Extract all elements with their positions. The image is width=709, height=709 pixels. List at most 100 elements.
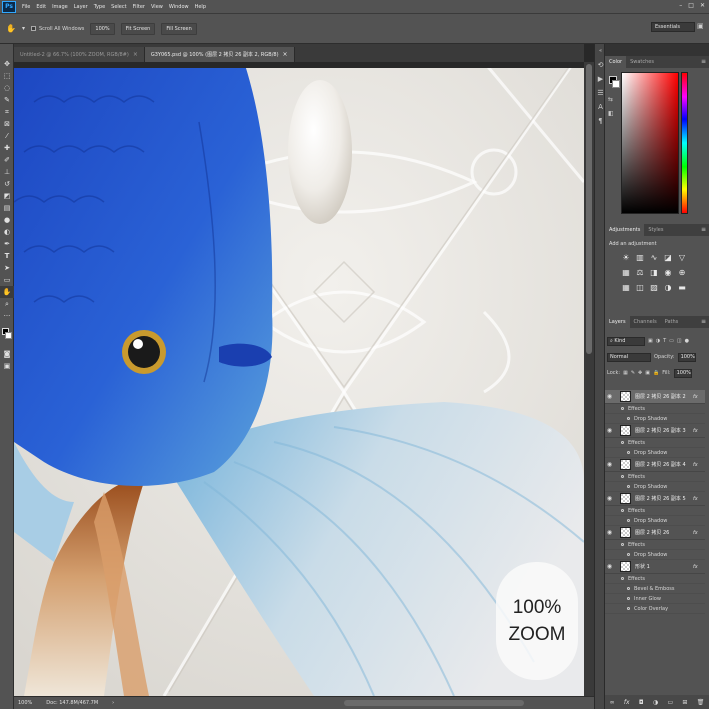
new-adjustment-icon[interactable]: ◑: [653, 699, 658, 706]
eraser-tool-icon[interactable]: ◩: [0, 190, 14, 202]
link-layers-icon[interactable]: ∞: [610, 699, 615, 706]
more-tools-icon[interactable]: ···: [0, 310, 14, 322]
levels-icon[interactable]: ▥: [635, 252, 645, 262]
effects-row[interactable]: Effects: [605, 540, 705, 550]
effect-row[interactable]: Bevel & Emboss: [605, 584, 705, 594]
horizontal-scroll-thumb[interactable]: [344, 700, 524, 706]
menu-image[interactable]: Image: [49, 4, 71, 10]
new-layer-icon[interactable]: ⊞: [682, 699, 687, 706]
tab-untitled-2[interactable]: Untitled-2 @ 66.7% (100% ZOOM, RGB/8#) ×: [14, 47, 145, 62]
menu-file[interactable]: File: [19, 4, 33, 10]
effects-row[interactable]: Effects: [605, 404, 705, 414]
effect-eye-icon[interactable]: [627, 519, 630, 522]
eyedropper-tool-icon[interactable]: ⁄: [0, 130, 14, 142]
effect-eye-icon[interactable]: [627, 587, 630, 590]
zoom-100-button[interactable]: 100%: [90, 22, 115, 35]
fx-badge[interactable]: fx: [693, 394, 705, 400]
effect-eye-icon[interactable]: [621, 407, 624, 410]
menu-type[interactable]: Type: [91, 4, 108, 10]
default-colors-icon[interactable]: ◧: [608, 110, 614, 117]
maximize-button[interactable]: □: [688, 2, 694, 9]
checkbox-box[interactable]: [30, 26, 36, 31]
hue-slider[interactable]: [681, 72, 688, 214]
delete-layer-icon[interactable]: 🗑: [697, 699, 705, 706]
clone-stamp-tool-icon[interactable]: ⊥: [0, 166, 14, 178]
tab-adjustments[interactable]: Adjustments: [605, 224, 645, 236]
visibility-eye-icon[interactable]: ◉: [605, 563, 614, 570]
filter-type-icon[interactable]: T: [663, 338, 666, 344]
menu-window[interactable]: Window: [166, 4, 192, 10]
effect-eye-icon[interactable]: [621, 509, 624, 512]
menu-select[interactable]: Select: [108, 4, 129, 10]
effect-row[interactable]: Color Overlay: [605, 604, 705, 614]
fx-badge[interactable]: fx: [693, 496, 705, 502]
scroll-all-windows-checkbox[interactable]: Scroll All Windows: [30, 26, 84, 32]
curves-icon[interactable]: ∿: [649, 252, 659, 262]
menu-filter[interactable]: Filter: [130, 4, 148, 10]
hand-tool-icon[interactable]: ✋: [6, 24, 16, 33]
layer-row[interactable]: ◉ 形状 1 fx: [605, 560, 705, 574]
vertical-scrollbar[interactable]: [584, 62, 594, 696]
menu-view[interactable]: View: [148, 4, 166, 10]
vibrance-icon[interactable]: ▽: [677, 252, 687, 262]
lasso-tool-icon[interactable]: ◌: [0, 82, 14, 94]
lock-artboard-icon[interactable]: ▣: [645, 370, 650, 376]
zoom-tool-icon[interactable]: ⌕: [0, 298, 14, 310]
frame-tool-icon[interactable]: ⊠: [0, 118, 14, 130]
tab-layers[interactable]: Layers: [605, 316, 630, 328]
path-selection-tool-icon[interactable]: ➤: [0, 262, 14, 274]
effect-row[interactable]: Drop Shadow: [605, 414, 705, 424]
pen-tool-icon[interactable]: ✒: [0, 238, 14, 250]
tab-g3y065[interactable]: G3Y065.psd @ 100% (图层 2 拷贝 26 副本 2, RGB/…: [144, 47, 295, 62]
effect-eye-icon[interactable]: [621, 577, 624, 580]
add-style-icon[interactable]: fx: [624, 699, 630, 706]
history-brush-tool-icon[interactable]: ↺: [0, 178, 14, 190]
add-mask-icon[interactable]: ◘: [639, 699, 644, 706]
close-tab-icon[interactable]: ×: [133, 51, 138, 58]
layer-row[interactable]: ◉ 图层 2 拷贝 26 副本 4 fx: [605, 458, 705, 472]
effect-eye-icon[interactable]: [621, 475, 624, 478]
lock-position-icon[interactable]: ✥: [638, 370, 642, 376]
color-field[interactable]: [621, 72, 679, 214]
fx-badge[interactable]: fx: [693, 428, 705, 434]
visibility-eye-icon[interactable]: ◉: [605, 393, 614, 400]
layer-row[interactable]: ◉ 图层 2 拷贝 26 fx: [605, 526, 705, 540]
fx-badge[interactable]: fx: [693, 530, 705, 536]
fx-badge[interactable]: fx: [693, 564, 705, 570]
fill-screen-button[interactable]: Fill Screen: [161, 22, 197, 35]
threshold-icon[interactable]: ◑: [663, 282, 673, 292]
quick-mask-icon[interactable]: ◙: [0, 348, 14, 360]
visibility-eye-icon[interactable]: ◉: [605, 529, 614, 536]
black-white-icon[interactable]: ◨: [649, 267, 659, 277]
visibility-eye-icon[interactable]: ◉: [605, 461, 614, 468]
effect-row[interactable]: Drop Shadow: [605, 482, 705, 492]
effect-eye-icon[interactable]: [621, 543, 624, 546]
exposure-icon[interactable]: ◪: [663, 252, 673, 262]
background-color-swatch[interactable]: [5, 332, 12, 339]
effect-eye-icon[interactable]: [621, 441, 624, 444]
brightness-contrast-icon[interactable]: ☀: [621, 252, 631, 262]
channel-mixer-icon[interactable]: ⊕: [677, 267, 687, 277]
close-button[interactable]: ✕: [700, 2, 705, 9]
new-group-icon[interactable]: ▭: [667, 699, 673, 706]
gradient-map-icon[interactable]: ▬: [677, 282, 687, 292]
tab-color[interactable]: Color: [605, 56, 627, 68]
status-arrow-icon[interactable]: ›: [112, 700, 114, 706]
blur-tool-icon[interactable]: ●: [0, 214, 14, 226]
minimize-button[interactable]: –: [679, 2, 682, 9]
effect-eye-icon[interactable]: [627, 553, 630, 556]
invert-icon[interactable]: ◫: [635, 282, 645, 292]
effect-row[interactable]: Drop Shadow: [605, 516, 705, 526]
effect-eye-icon[interactable]: [627, 597, 630, 600]
photo-filter-icon[interactable]: ◉: [663, 267, 673, 277]
fit-screen-button[interactable]: Fit Screen: [120, 22, 156, 35]
gradient-tool-icon[interactable]: ▤: [0, 202, 14, 214]
effect-eye-icon[interactable]: [627, 417, 630, 420]
hue-saturation-icon[interactable]: ▦: [621, 267, 631, 277]
effect-row[interactable]: Drop Shadow: [605, 448, 705, 458]
panel-menu-icon[interactable]: ≡: [701, 318, 706, 325]
filter-adjust-icon[interactable]: ◑: [656, 338, 660, 344]
brush-tool-icon[interactable]: ✐: [0, 154, 14, 166]
type-tool-icon[interactable]: T: [0, 250, 14, 262]
move-tool-icon[interactable]: ✥: [0, 58, 14, 70]
